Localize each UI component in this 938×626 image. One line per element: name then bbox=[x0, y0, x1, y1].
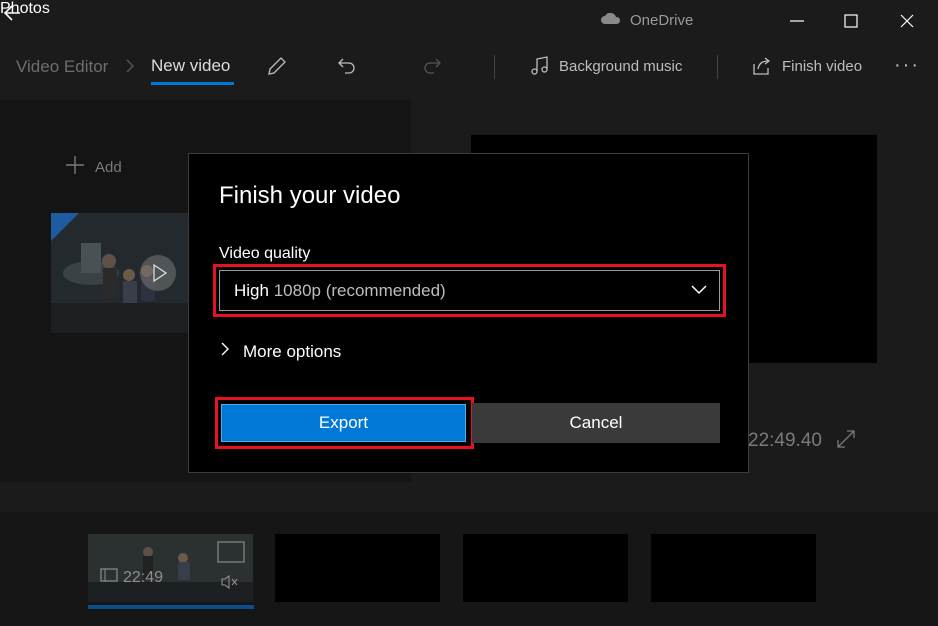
cancel-button[interactable]: Cancel bbox=[472, 403, 720, 443]
expand-icon[interactable] bbox=[835, 428, 857, 450]
selected-corner-marker bbox=[51, 213, 79, 241]
plus-icon bbox=[65, 155, 85, 179]
maximize-icon[interactable] bbox=[838, 8, 864, 34]
storyboard-clip[interactable] bbox=[275, 534, 440, 602]
minimize-icon[interactable] bbox=[784, 8, 810, 34]
more-options-label: More options bbox=[243, 341, 342, 361]
close-icon[interactable] bbox=[894, 8, 920, 34]
chevron-right-icon bbox=[124, 57, 136, 75]
finish-video-button[interactable]: Finish video bbox=[782, 58, 862, 75]
chevron-right-icon bbox=[219, 340, 231, 363]
active-tab-indicator bbox=[151, 82, 234, 85]
preview-timecode: 22:49.40 bbox=[748, 430, 822, 451]
export-button[interactable]: Export bbox=[221, 404, 466, 442]
mute-icon[interactable] bbox=[220, 574, 238, 595]
storyboard-clip[interactable] bbox=[463, 534, 628, 602]
video-quality-label: Video quality bbox=[219, 245, 311, 262]
more-options-icon[interactable]: ··· bbox=[894, 54, 920, 77]
toolbar-divider bbox=[494, 55, 495, 79]
toolbar-divider bbox=[717, 55, 718, 79]
share-icon[interactable] bbox=[750, 54, 774, 78]
onedrive-label: OneDrive bbox=[630, 11, 694, 29]
storyboard-clip[interactable] bbox=[651, 534, 816, 602]
add-label: Add bbox=[95, 158, 122, 176]
clip-duration: 22:49 bbox=[100, 568, 163, 587]
pencil-icon[interactable] bbox=[265, 54, 289, 78]
breadcrumb-new-video[interactable]: New video bbox=[151, 56, 230, 76]
film-icon bbox=[100, 568, 118, 587]
redo-icon[interactable] bbox=[420, 54, 444, 78]
clip-duration-text: 22:49 bbox=[123, 568, 164, 586]
video-quality-value: High 1080p (recommended) bbox=[234, 281, 446, 301]
music-note-icon[interactable] bbox=[528, 54, 552, 78]
dialog-title: Finish your video bbox=[219, 182, 401, 209]
more-options-toggle[interactable]: More options bbox=[219, 340, 341, 363]
cloud-icon bbox=[600, 11, 622, 29]
clip-progress-bar bbox=[88, 605, 254, 609]
play-icon[interactable] bbox=[140, 255, 176, 291]
breadcrumb-video-editor[interactable]: Video Editor bbox=[16, 57, 108, 77]
undo-icon[interactable] bbox=[335, 54, 359, 78]
app-title: Photos bbox=[0, 0, 50, 17]
quality-value-main: High bbox=[234, 281, 269, 300]
chevron-down-icon[interactable] bbox=[690, 282, 708, 295]
quality-value-sub: 1080p (recommended) bbox=[273, 281, 446, 300]
add-media-button[interactable]: Add bbox=[65, 155, 122, 179]
onedrive-status[interactable]: OneDrive bbox=[600, 11, 693, 29]
background-music-button[interactable]: Background music bbox=[559, 58, 682, 75]
